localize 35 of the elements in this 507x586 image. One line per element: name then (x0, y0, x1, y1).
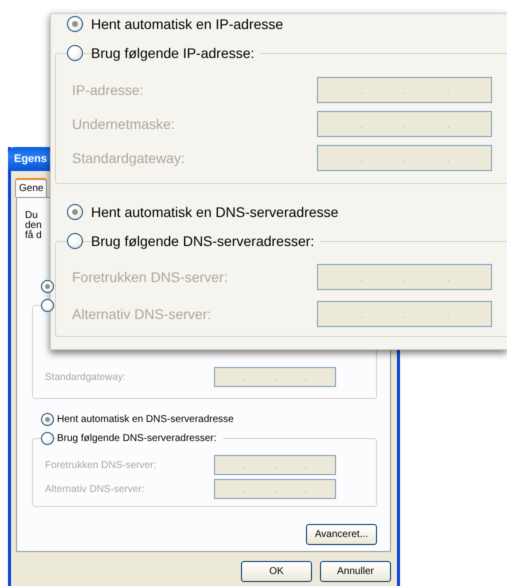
cancel-button[interactable]: Annuller (320, 561, 391, 582)
field-label: Alternativ DNS-server: (72, 306, 212, 322)
ip-address-field[interactable] (317, 111, 492, 137)
radio-button[interactable] (41, 432, 54, 445)
field-label: Alternativ DNS-server: (45, 484, 146, 494)
description-text: få d (25, 231, 42, 241)
ip-address-field[interactable] (214, 367, 336, 387)
radio-button[interactable] (67, 45, 83, 61)
radio-button[interactable] (67, 233, 83, 249)
radio-label[interactable]: Brug følgende DNS-serveradresser: (57, 433, 223, 444)
window-title: Egens (14, 153, 48, 165)
radio-button[interactable] (67, 204, 83, 220)
field-label: Foretrukken DNS-server: (72, 269, 229, 285)
advanced-button[interactable]: Avanceret... (306, 524, 377, 545)
ip-address-field[interactable] (317, 264, 492, 290)
field-label: Undernetmaske: (72, 116, 176, 132)
radio-button[interactable] (41, 299, 54, 312)
radio-button[interactable] (41, 413, 54, 426)
radio-label[interactable]: Brug følgende IP-adresse: (91, 45, 260, 61)
field-label: Standardgateway: (72, 150, 186, 166)
radio-button[interactable] (67, 16, 83, 32)
ip-address-field[interactable] (317, 301, 492, 327)
ip-address-field[interactable] (214, 455, 336, 475)
tab[interactable]: Gene (15, 178, 48, 197)
ip-address-field[interactable] (317, 145, 492, 171)
field-label: Foretrukken DNS-server: (45, 460, 158, 470)
description-text: Du (25, 211, 38, 221)
ok-button[interactable]: OK (241, 561, 312, 582)
ip-address-field[interactable] (317, 77, 492, 103)
ip-address-field[interactable] (214, 479, 336, 499)
radio-button[interactable] (41, 280, 54, 293)
field-label: Standardgateway: (45, 372, 127, 382)
field-label: IP-adresse: (72, 82, 145, 98)
description-text: den (25, 221, 42, 231)
radio-label[interactable]: Brug følgende DNS-serveradresser: (91, 233, 320, 249)
